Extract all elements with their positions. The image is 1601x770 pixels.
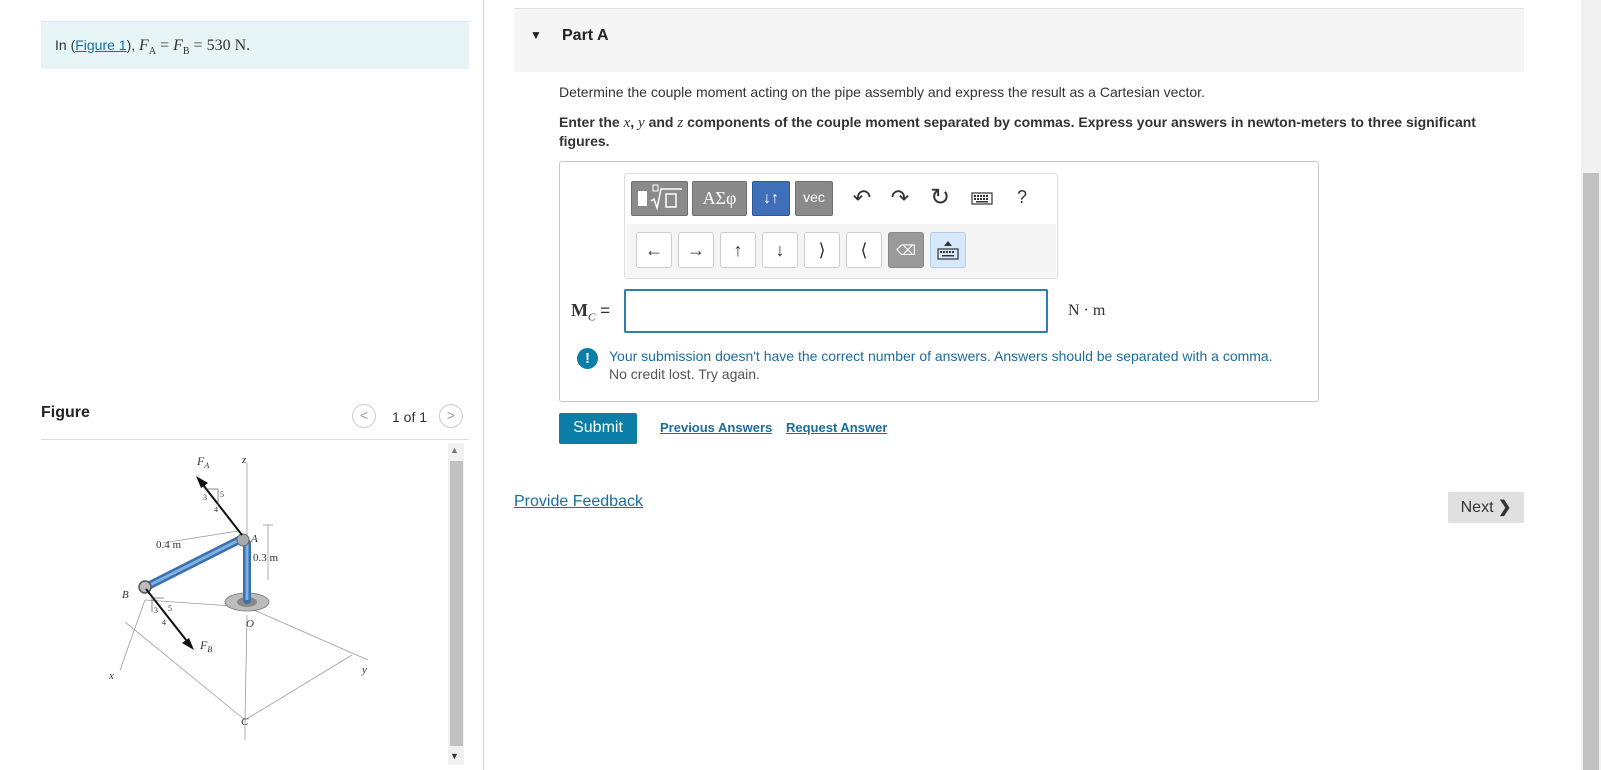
intro-prefix: In ( [55, 37, 76, 53]
force-fb-arrowhead [182, 638, 194, 650]
undo-icon[interactable]: ↶ [845, 181, 879, 216]
figure-next-button[interactable]: > [439, 404, 463, 428]
chevron-right-icon: > [446, 407, 456, 423]
answer-label: MC = [571, 300, 610, 324]
label-ratio-3-a: 3 [203, 493, 207, 502]
arrow-down-icon[interactable]: ↓ [762, 232, 798, 268]
force-fa-arrowhead [196, 476, 208, 488]
label-dim-03: 0.3 m [253, 552, 279, 564]
instruction-text: Enter the x, y and z components of the c… [559, 114, 1476, 149]
question-text: Determine the couple moment acting on th… [559, 84, 1205, 100]
part-title: Part A [562, 27, 609, 44]
scroll-down-icon[interactable]: ▼ [450, 751, 459, 761]
label-fb: FB [199, 638, 212, 654]
figure-title: Figure [41, 404, 90, 421]
page-scroll-thumb[interactable] [1583, 173, 1599, 770]
page-scrollbar[interactable] [1581, 0, 1601, 770]
label-c: C [241, 716, 249, 728]
label-ratio-4-a: 4 [214, 505, 218, 514]
keyboard-toggle-icon[interactable] [930, 232, 966, 268]
templates-button[interactable] [631, 181, 688, 216]
sort-button[interactable]: ↓↑ [752, 181, 790, 216]
label-x: x [108, 670, 114, 682]
feedback-message: Your submission doesn't have the correct… [609, 348, 1273, 364]
backspace-icon[interactable]: ⌫ [888, 232, 924, 268]
figure-prev-button[interactable]: < [352, 404, 376, 428]
label-fa: FA [196, 455, 209, 470]
elbow-joint [236, 533, 250, 547]
units-label: N · m [1068, 302, 1106, 319]
answer-input[interactable] [624, 289, 1048, 333]
pipe-end-b [138, 580, 152, 594]
figure-divider [41, 439, 469, 440]
figure-scrollbar[interactable]: ▲ ▼ [448, 443, 464, 765]
label-ratio-5-a: 5 [220, 490, 224, 499]
math-toolbar: ΑΣφ ↓↑ vec ↶ ↷ ↻ ? ← → ↑ ↓ ⟩ ⟨ ⌫ [624, 173, 1058, 279]
templates-icon [638, 184, 682, 211]
figure-diagram: FA z A 0.4 m 0.3 m B O FB x y C 3 5 4 3 … [108, 455, 369, 740]
chevron-right-icon: ❯ [1497, 499, 1512, 516]
label-a: A [250, 533, 258, 545]
arrow-up-icon[interactable]: ↑ [720, 232, 756, 268]
label-ratio-4-b: 4 [162, 618, 166, 627]
label-z: z [241, 455, 247, 466]
figure-scroll-thumb[interactable] [450, 461, 463, 746]
keyboard-icon[interactable] [965, 181, 999, 216]
feedback-sub: No credit lost. Try again. [609, 366, 760, 382]
help-button[interactable]: ? [1005, 181, 1039, 216]
exit-left-icon[interactable]: ⟨ [846, 232, 882, 268]
label-b: B [122, 589, 129, 601]
label-ratio-5-b: 5 [168, 604, 172, 613]
label-dim-04: 0.4 m [156, 539, 182, 551]
intro-box: In (Figure 1), FA = FB = 530 N. [41, 21, 469, 69]
intro-suffix: ), [126, 37, 136, 53]
figure-link[interactable]: Figure 1 [75, 37, 126, 53]
chevron-left-icon: < [359, 407, 369, 423]
intro-text: In (Figure 1), FA = FB = 530 N. [55, 37, 250, 57]
alert-icon: ! [577, 348, 598, 369]
intro-equation: FA = FB = 530 N. [139, 37, 251, 58]
scroll-up-icon[interactable]: ▲ [450, 445, 459, 455]
exit-right-icon[interactable]: ⟩ [804, 232, 840, 268]
figure-counter: 1 of 1 [392, 409, 428, 425]
vec-button[interactable]: vec [795, 181, 833, 216]
reset-icon[interactable]: ↻ [923, 181, 957, 216]
submit-button[interactable]: Submit [559, 413, 637, 444]
provide-feedback-link[interactable]: Provide Feedback [514, 493, 643, 511]
label-y: y [361, 664, 367, 676]
label-ratio-3-b: 3 [154, 606, 158, 615]
next-label: Next [1460, 499, 1494, 516]
redo-icon[interactable]: ↷ [883, 181, 917, 216]
previous-answers-link[interactable]: Previous Answers [660, 420, 772, 435]
force-fb-arrow [145, 588, 191, 646]
part-header[interactable]: ▼ Part A [514, 8, 1524, 72]
symbols-button[interactable]: ΑΣφ [692, 181, 747, 216]
label-o: O [246, 618, 254, 630]
toolbar-nav-row: ← → ↑ ↓ ⟩ ⟨ ⌫ [626, 224, 1056, 278]
request-answer-link[interactable]: Request Answer [786, 420, 887, 435]
panel-divider[interactable] [483, 0, 484, 770]
arrow-right-icon[interactable]: → [678, 232, 714, 268]
collapse-triangle-icon[interactable]: ▼ [530, 28, 542, 42]
arrow-left-icon[interactable]: ← [636, 232, 672, 268]
next-button[interactable]: Next ❯ [1448, 492, 1524, 523]
